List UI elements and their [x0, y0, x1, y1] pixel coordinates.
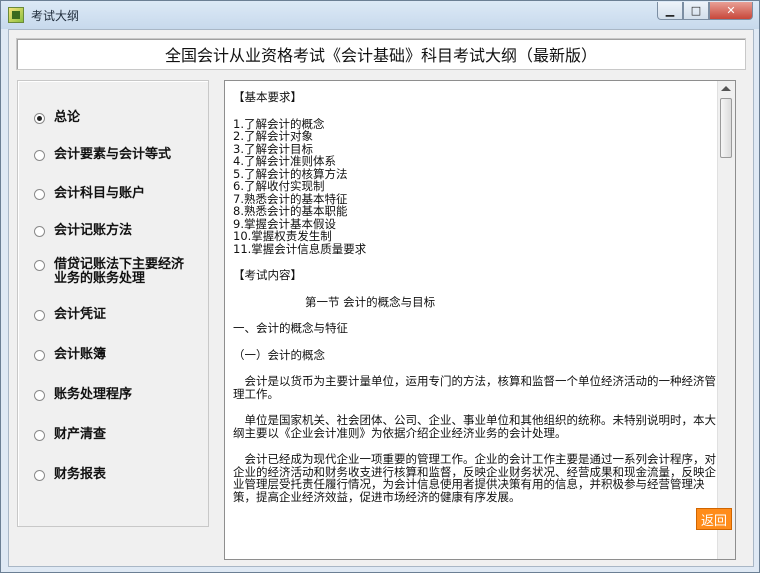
radio-icon[interactable]	[34, 350, 45, 361]
syllabus-text: 【基本要求】 1.了解会计的概念 2.了解会计对象 3.了解会计目标 4.了解会…	[233, 91, 718, 557]
sidebar-item-general[interactable]: 总论	[34, 111, 80, 125]
requirement-item: 6.了解收付实现制	[233, 179, 325, 193]
subsection-title: （一）会计的概念	[233, 347, 325, 362]
back-button[interactable]: 返回	[696, 508, 732, 530]
window-title: 考试大纲	[31, 9, 80, 23]
radio-icon[interactable]	[34, 226, 45, 237]
sidebar-item-label: 财务报表	[54, 467, 107, 482]
sidebar-item-statements[interactable]: 财务报表	[34, 468, 106, 482]
sidebar-item-books[interactable]: 会计账簿	[34, 348, 106, 362]
requirement-item: 2.了解会计对象	[233, 129, 313, 143]
radio-icon[interactable]	[34, 260, 45, 271]
requirement-item: 11.掌握会计信息质量要求	[233, 241, 367, 256]
sidebar-item-bookkeeping[interactable]: 会计记账方法	[34, 224, 132, 238]
exam-content-heading: 【考试内容】	[233, 268, 302, 282]
app-window: 考试大纲 ▁ □ ✕ 全国会计从业资格考试《会计基础》科目考试大纲（最新版） 总…	[0, 0, 760, 573]
radio-icon[interactable]	[34, 310, 45, 321]
sidebar-item-label: 借贷记账法下主要经济业务的账务处理	[54, 257, 185, 286]
sidebar-item-debit-credit[interactable]: 借贷记账法下主要经济业务的账务处理	[34, 258, 194, 286]
close-icon: ✕	[726, 4, 736, 17]
radio-icon[interactable]	[34, 150, 45, 161]
scrollbar-thumb[interactable]	[720, 98, 732, 158]
maximize-icon: □	[690, 4, 702, 17]
title-bar[interactable]: 考试大纲 ▁ □ ✕	[1, 1, 759, 29]
sidebar-item-accounts[interactable]: 会计科目与账户	[34, 187, 145, 201]
paragraph: 会计已经成为现代企业一项重要的管理工作。企业的会计工作主要是通过一系列会计程序，…	[233, 452, 716, 504]
radio-icon[interactable]	[34, 390, 45, 401]
paragraph: 单位是国家机关、社会团体、公司、企业、事业单位和其他组织的统称。未特别说明时，本…	[233, 413, 716, 440]
radio-icon[interactable]	[34, 430, 45, 441]
sidebar-item-inventory[interactable]: 财产清查	[34, 428, 106, 442]
paragraph: 会计是以货币为主要计量单位，运用专门的方法，核算和监督一个单位经济活动的一种经济…	[233, 374, 716, 401]
requirement-item: 4.了解会计准则体系	[233, 154, 336, 168]
section-title: 第一节 会计的概念与目标	[305, 294, 436, 309]
client-area: 全国会计从业资格考试《会计基础》科目考试大纲（最新版） 总论 会计要素与会计等式…	[8, 29, 754, 567]
subsection-title: 一、会计的概念与特征	[233, 321, 348, 335]
sidebar-item-elements[interactable]: 会计要素与会计等式	[34, 148, 171, 162]
vertical-scrollbar[interactable]	[717, 81, 735, 559]
sidebar-item-label: 会计要素与会计等式	[54, 147, 172, 162]
scroll-up-icon[interactable]	[721, 86, 731, 91]
window-controls: ▁ □ ✕	[657, 2, 753, 20]
requirement-item: 8.熟悉会计的基本职能	[233, 204, 348, 218]
sidebar-item-label: 会计科目与账户	[54, 186, 146, 201]
sidebar-item-procedures[interactable]: 账务处理程序	[34, 388, 132, 402]
app-icon	[8, 7, 24, 23]
requirement-item: 10.掌握权责发生制	[233, 229, 332, 243]
sidebar-item-label: 会计账簿	[54, 347, 107, 362]
requirements-heading: 【基本要求】	[233, 91, 302, 104]
radio-icon-selected[interactable]	[34, 113, 45, 124]
maximize-button[interactable]: □	[683, 2, 709, 20]
sidebar-item-label: 会计凭证	[54, 307, 107, 322]
radio-icon[interactable]	[34, 189, 45, 200]
sidebar-item-label: 总论	[54, 110, 81, 125]
sidebar-item-label: 财产清查	[54, 427, 107, 442]
close-button[interactable]: ✕	[709, 2, 753, 20]
radio-icon[interactable]	[34, 470, 45, 481]
sidebar-item-label: 账务处理程序	[54, 387, 133, 402]
sidebar-item-vouchers[interactable]: 会计凭证	[34, 308, 106, 322]
sidebar-item-label: 会计记账方法	[54, 223, 133, 238]
syllabus-text-area[interactable]: 【基本要求】 1.了解会计的概念 2.了解会计对象 3.了解会计目标 4.了解会…	[224, 80, 736, 560]
chapter-sidebar: 总论 会计要素与会计等式 会计科目与账户 会计记账方法 借贷记账法下主要经济业务…	[17, 80, 209, 527]
minimize-icon: ▁	[665, 4, 675, 17]
minimize-button[interactable]: ▁	[657, 2, 683, 20]
page-title: 全国会计从业资格考试《会计基础》科目考试大纲（最新版）	[16, 38, 746, 70]
